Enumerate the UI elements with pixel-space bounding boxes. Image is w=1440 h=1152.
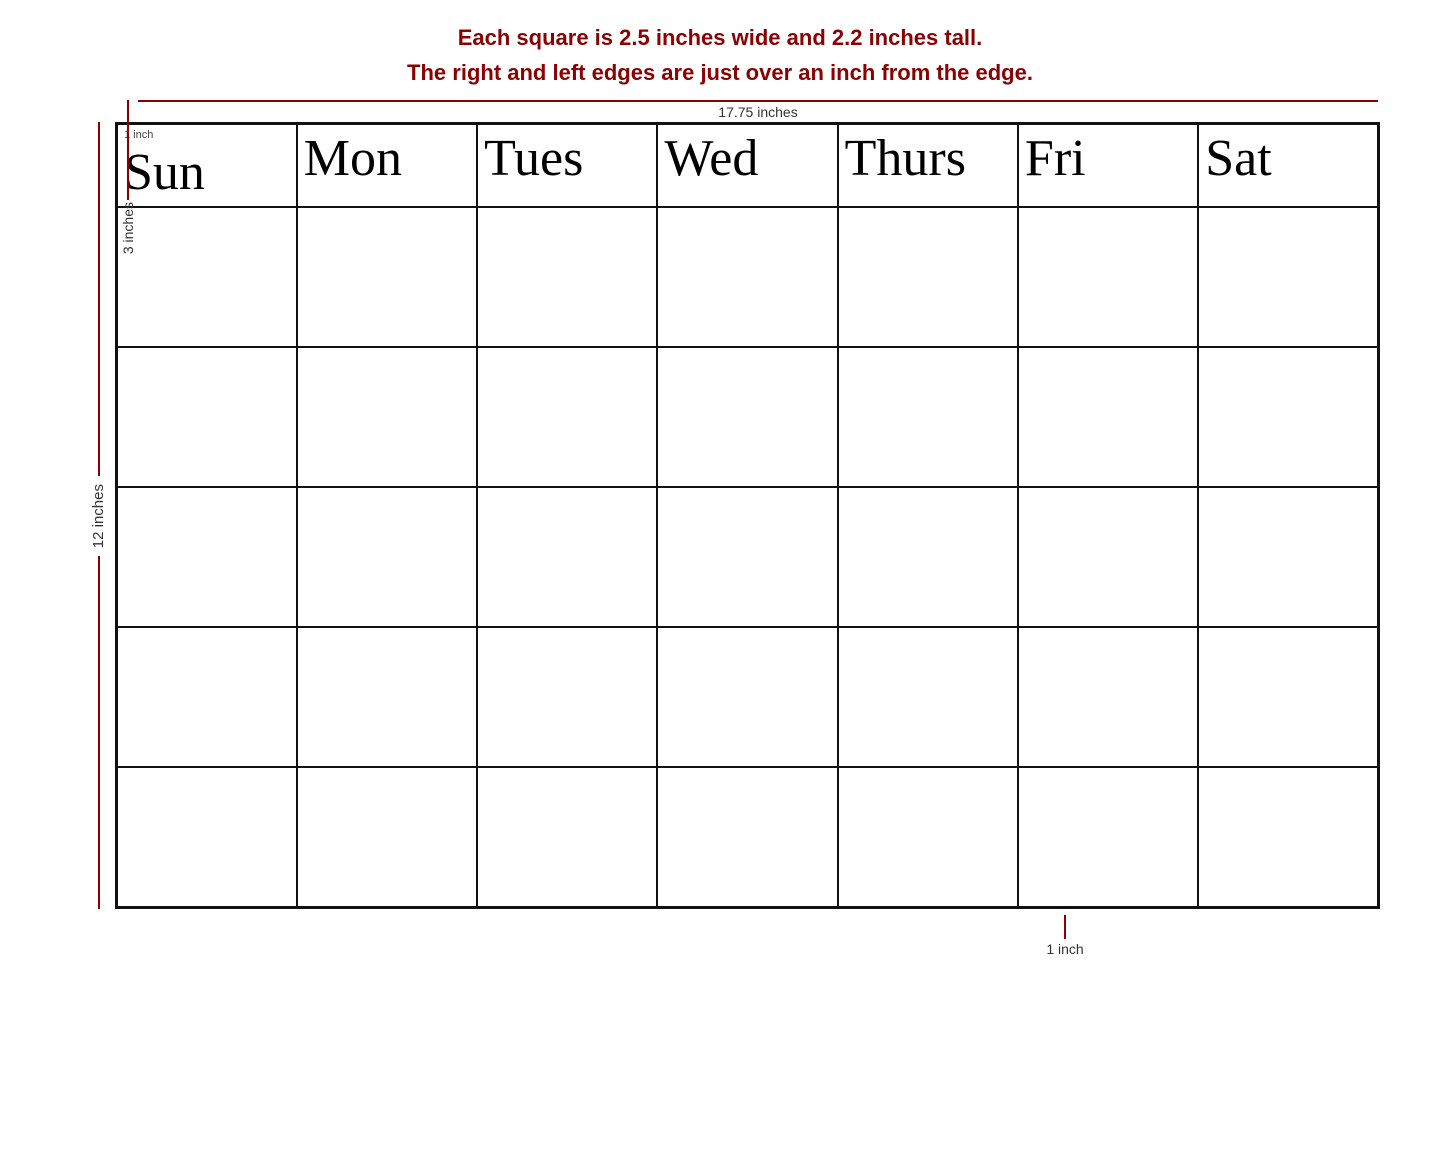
top-vertical-ruler-label: 3 inches <box>120 202 136 254</box>
calendar-cell-1-5 <box>1018 347 1198 487</box>
day-label-wed: Wed <box>664 130 758 187</box>
calendar-cell-0-3 <box>657 207 837 347</box>
calendar-cell-1-6 <box>1198 347 1378 487</box>
calendar-row-4 <box>117 767 1379 907</box>
header-tues: Tues <box>477 124 657 208</box>
calendar-cell-1-4 <box>838 347 1018 487</box>
info-line1: Each square is 2.5 inches wide and 2.2 i… <box>0 20 1440 55</box>
bottom-ruler: 1 inch <box>750 915 1380 957</box>
calendar-cell-4-1 <box>297 767 477 907</box>
day-label-tues: Tues <box>484 130 583 187</box>
calendar-row-0 <box>117 207 1379 347</box>
inch-corner-label: 1 inch <box>124 129 290 141</box>
calendar-cell-4-5 <box>1018 767 1198 907</box>
calendar-cell-1-1 <box>297 347 477 487</box>
calendar-header-row: 1 inch Sun Mon Tues Wed Th <box>117 124 1379 208</box>
day-label-mon: Mon <box>304 130 402 187</box>
calendar-cell-4-0 <box>117 767 297 907</box>
calendar-cell-2-4 <box>838 487 1018 627</box>
bottom-ruler-label: 1 inch <box>1046 941 1083 957</box>
header-wed: Wed <box>657 124 837 208</box>
calendar-cell-0-4 <box>838 207 1018 347</box>
calendar-cell-0-6 <box>1198 207 1378 347</box>
calendar-cell-3-2 <box>477 627 657 767</box>
calendar-cell-1-3 <box>657 347 837 487</box>
calendar-cell-4-6 <box>1198 767 1378 907</box>
calendar-cell-2-3 <box>657 487 837 627</box>
calendar-cell-4-3 <box>657 767 837 907</box>
left-vertical-ruler: 12 inches <box>90 122 107 909</box>
calendar-cell-3-5 <box>1018 627 1198 767</box>
top-vertical-ruler: 3 inches <box>118 100 138 256</box>
header-fri: Fri <box>1018 124 1198 208</box>
header-mon: Mon <box>297 124 477 208</box>
calendar-cell-0-2 <box>477 207 657 347</box>
calendar-cell-2-2 <box>477 487 657 627</box>
calendar-cell-2-5 <box>1018 487 1198 627</box>
calendar-cell-2-0 <box>117 487 297 627</box>
calendar-cell-3-0 <box>117 627 297 767</box>
calendar-row-3 <box>117 627 1379 767</box>
info-line2: The right and left edges are just over a… <box>0 55 1440 90</box>
calendar-cell-2-1 <box>297 487 477 627</box>
info-section: Each square is 2.5 inches wide and 2.2 i… <box>0 20 1440 90</box>
calendar-cell-1-0 <box>117 347 297 487</box>
calendar-cell-3-1 <box>297 627 477 767</box>
header-sun: 1 inch Sun <box>117 124 297 208</box>
calendar-cell-1-2 <box>477 347 657 487</box>
calendar-row-1 <box>117 347 1379 487</box>
header-thurs: Thurs <box>838 124 1018 208</box>
calendar-cell-0-0 <box>117 207 297 347</box>
calendar-cell-4-2 <box>477 767 657 907</box>
calendar-container: 1 inch Sun Mon Tues Wed Th <box>115 122 1380 909</box>
calendar-row-2 <box>117 487 1379 627</box>
day-label-fri: Fri <box>1025 130 1086 187</box>
horizontal-top-ruler: 17.75 inches <box>138 100 1378 120</box>
calendar-cell-4-4 <box>838 767 1018 907</box>
calendar-grid: 1 inch Sun Mon Tues Wed Th <box>115 122 1380 909</box>
calendar-cell-3-6 <box>1198 627 1378 767</box>
left-vertical-ruler-label: 12 inches <box>90 476 107 556</box>
calendar-cell-2-6 <box>1198 487 1378 627</box>
calendar-cell-3-3 <box>657 627 837 767</box>
calendar-cell-3-4 <box>838 627 1018 767</box>
calendar-cell-0-1 <box>297 207 477 347</box>
day-label-thurs: Thurs <box>845 130 966 187</box>
header-sat: Sat <box>1198 124 1378 208</box>
horizontal-ruler-label: 17.75 inches <box>138 104 1378 120</box>
day-label-sat: Sat <box>1205 130 1271 187</box>
calendar-cell-0-5 <box>1018 207 1198 347</box>
